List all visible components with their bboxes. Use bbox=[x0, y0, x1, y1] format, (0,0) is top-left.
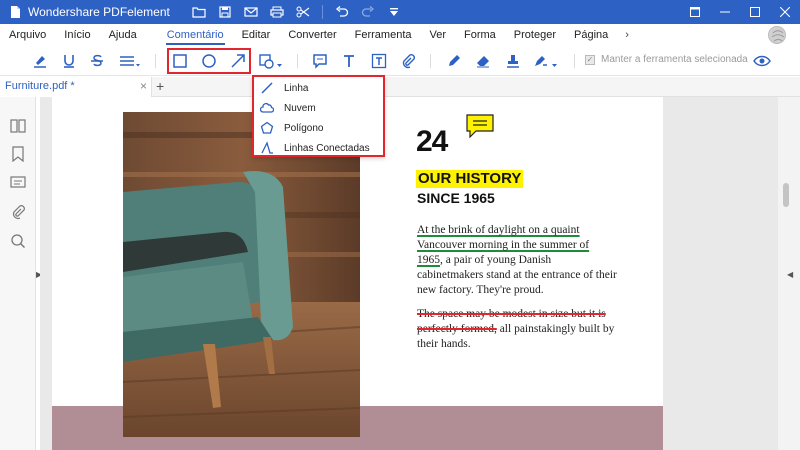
minimize-icon[interactable] bbox=[710, 0, 740, 24]
underline-icon[interactable] bbox=[58, 50, 80, 72]
print-icon[interactable] bbox=[264, 0, 290, 24]
shapes-dropdown-icon[interactable] bbox=[257, 50, 285, 72]
polygon-icon bbox=[260, 121, 274, 135]
dropdown-item-poligono[interactable]: Polígono bbox=[260, 119, 323, 137]
dropdown-item-linhas-conectadas[interactable]: Linhas Conectadas bbox=[260, 139, 370, 157]
stamp-icon[interactable] bbox=[502, 50, 524, 72]
undo-icon[interactable] bbox=[329, 0, 355, 24]
attachment-icon[interactable] bbox=[397, 50, 419, 72]
app-logo-icon bbox=[11, 6, 20, 18]
open-folder-icon[interactable] bbox=[186, 0, 212, 24]
shape-tools-highlight-box bbox=[167, 48, 251, 74]
attachments-panel-icon[interactable] bbox=[9, 203, 27, 221]
highlight-icon[interactable] bbox=[29, 50, 51, 72]
bookmark-icon[interactable] bbox=[9, 145, 27, 163]
sticky-note-icon[interactable] bbox=[309, 50, 331, 72]
new-tab-plus-icon[interactable]: + bbox=[156, 78, 164, 94]
dropdown-item-label: Nuvem bbox=[284, 102, 316, 114]
keep-tool-label: Manter a ferramenta selecionada bbox=[601, 54, 748, 65]
collapse-right-panel-icon[interactable]: ◀ bbox=[787, 270, 793, 279]
menu-proteger[interactable]: Proteger bbox=[505, 24, 565, 46]
menu-comentario[interactable]: Comentário bbox=[158, 24, 233, 46]
menu-converter[interactable]: Converter bbox=[279, 24, 345, 46]
keep-tool-selected-toggle[interactable]: ✓ Manter a ferramenta selecionada bbox=[585, 54, 748, 65]
menu-ajuda[interactable]: Ajuda bbox=[100, 24, 146, 46]
menu-more-chevron-icon[interactable]: › bbox=[617, 29, 637, 41]
document-tab-label: Furniture.pdf * bbox=[5, 80, 75, 92]
thumbnails-icon[interactable] bbox=[9, 117, 27, 135]
close-window-icon[interactable] bbox=[770, 0, 800, 24]
text-lines-dropdown-icon[interactable] bbox=[117, 50, 143, 72]
dropdown-item-label: Polígono bbox=[284, 122, 324, 134]
pencil-icon[interactable] bbox=[443, 50, 465, 72]
title-bar: Wondershare PDFelement bbox=[0, 0, 800, 24]
dropdown-item-nuvem[interactable]: Nuvem bbox=[260, 99, 316, 117]
menu-bar: Arquivo Início Ajuda Comentário Editar C… bbox=[0, 24, 800, 46]
toolbar-separator bbox=[297, 54, 298, 68]
search-icon[interactable] bbox=[9, 232, 27, 250]
shapes-dropdown-menu: Linha Nuvem Polígono Linhas Conectadas bbox=[252, 75, 385, 157]
document-tab-bar: Furniture.pdf * × + bbox=[0, 77, 800, 97]
left-sidebar bbox=[0, 97, 36, 450]
toolbar-separator bbox=[430, 54, 431, 68]
sticky-note-annotation-icon[interactable] bbox=[466, 114, 494, 138]
title-separator bbox=[321, 5, 323, 19]
redo-icon[interactable] bbox=[355, 0, 381, 24]
user-avatar[interactable] bbox=[768, 26, 786, 44]
maximize-icon[interactable] bbox=[740, 0, 770, 24]
menu-forma[interactable]: Forma bbox=[455, 24, 505, 46]
document-viewport: 24 OUR HISTORY SINCE 1965 At the brink o… bbox=[40, 97, 778, 450]
armchair-photo bbox=[123, 112, 360, 437]
connected-lines-icon bbox=[260, 141, 274, 155]
email-icon[interactable] bbox=[238, 0, 264, 24]
dropdown-item-linha[interactable]: Linha bbox=[260, 79, 308, 97]
page-number-heading: 24 bbox=[416, 125, 448, 158]
menu-ferramenta[interactable]: Ferramenta bbox=[346, 24, 421, 46]
menu-ver[interactable]: Ver bbox=[421, 24, 456, 46]
section-subheading: SINCE 1965 bbox=[417, 190, 495, 206]
window-controls bbox=[680, 0, 800, 24]
history-paragraph-1: At the brink of daylight on a quaint Van… bbox=[417, 223, 617, 298]
save-icon[interactable] bbox=[212, 0, 238, 24]
dropdown-item-label: Linhas Conectadas bbox=[284, 142, 370, 154]
comments-panel-icon[interactable] bbox=[9, 174, 27, 192]
close-tab-icon[interactable]: × bbox=[140, 79, 147, 93]
line-icon bbox=[260, 81, 274, 95]
text-tool-icon[interactable] bbox=[338, 50, 360, 72]
text-box-icon[interactable] bbox=[368, 50, 390, 72]
menu-inicio[interactable]: Início bbox=[55, 24, 99, 46]
menu-editar[interactable]: Editar bbox=[233, 24, 280, 46]
toolbar-separator bbox=[155, 54, 156, 68]
menu-arquivo[interactable]: Arquivo bbox=[0, 24, 55, 46]
toolbar-separator bbox=[574, 54, 575, 68]
scrollbar-thumb[interactable] bbox=[783, 183, 789, 207]
strikethrough-icon[interactable] bbox=[86, 50, 108, 72]
restore-panel-icon[interactable] bbox=[680, 0, 710, 24]
dropdown-item-label: Linha bbox=[284, 82, 309, 94]
eraser-icon[interactable] bbox=[472, 50, 494, 72]
menu-pagina[interactable]: Página bbox=[565, 24, 617, 46]
scissors-icon[interactable] bbox=[290, 0, 316, 24]
cloud-icon bbox=[260, 101, 274, 115]
signature-dropdown-icon[interactable] bbox=[532, 50, 560, 72]
show-annotations-eye-icon[interactable] bbox=[751, 50, 773, 72]
document-tab[interactable]: Furniture.pdf * × bbox=[0, 77, 152, 97]
section-heading-history: OUR HISTORY bbox=[416, 170, 524, 188]
quick-access-dropdown-icon[interactable] bbox=[381, 0, 407, 24]
paragraph-text: , a pair of young Danish cabinetmakers s… bbox=[417, 254, 617, 296]
app-title: Wondershare PDFelement bbox=[28, 5, 170, 19]
history-paragraph-2: The space may be modest in size but it i… bbox=[417, 307, 617, 352]
keep-tool-checkbox[interactable]: ✓ bbox=[585, 54, 595, 65]
